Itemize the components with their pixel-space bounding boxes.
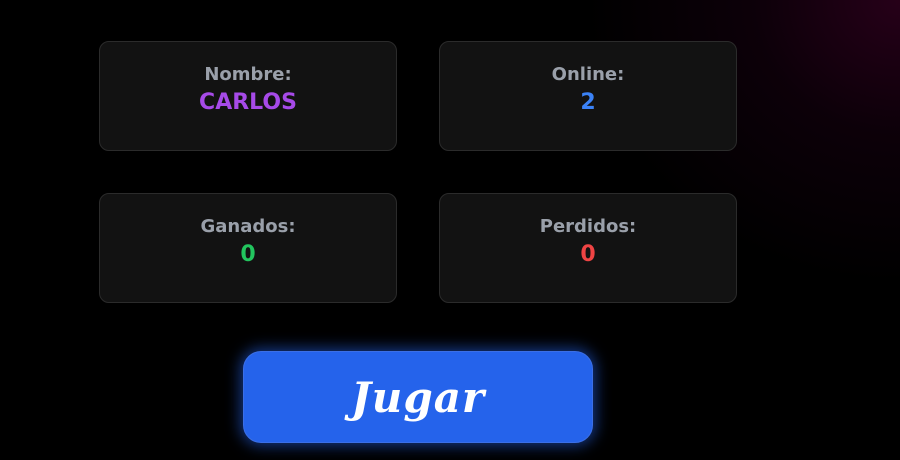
stat-card-ganados: Ganados: 0 xyxy=(99,193,397,303)
stat-value-ganados: 0 xyxy=(240,242,256,267)
stat-value-perdidos: 0 xyxy=(580,242,596,267)
stat-value-online: 2 xyxy=(580,90,596,115)
stat-card-perdidos: Perdidos: 0 xyxy=(439,193,737,303)
stat-card-nombre: Nombre: CARLOS xyxy=(99,41,397,151)
stat-value-nombre: CARLOS xyxy=(199,90,297,115)
play-button[interactable]: Jugar xyxy=(243,351,593,443)
stat-label-perdidos: Perdidos: xyxy=(539,216,637,237)
stat-label-online: Online: xyxy=(551,64,625,85)
stat-label-nombre: Nombre: xyxy=(204,64,292,85)
stat-label-ganados: Ganados: xyxy=(200,216,296,237)
stat-card-online: Online: 2 xyxy=(439,41,737,151)
